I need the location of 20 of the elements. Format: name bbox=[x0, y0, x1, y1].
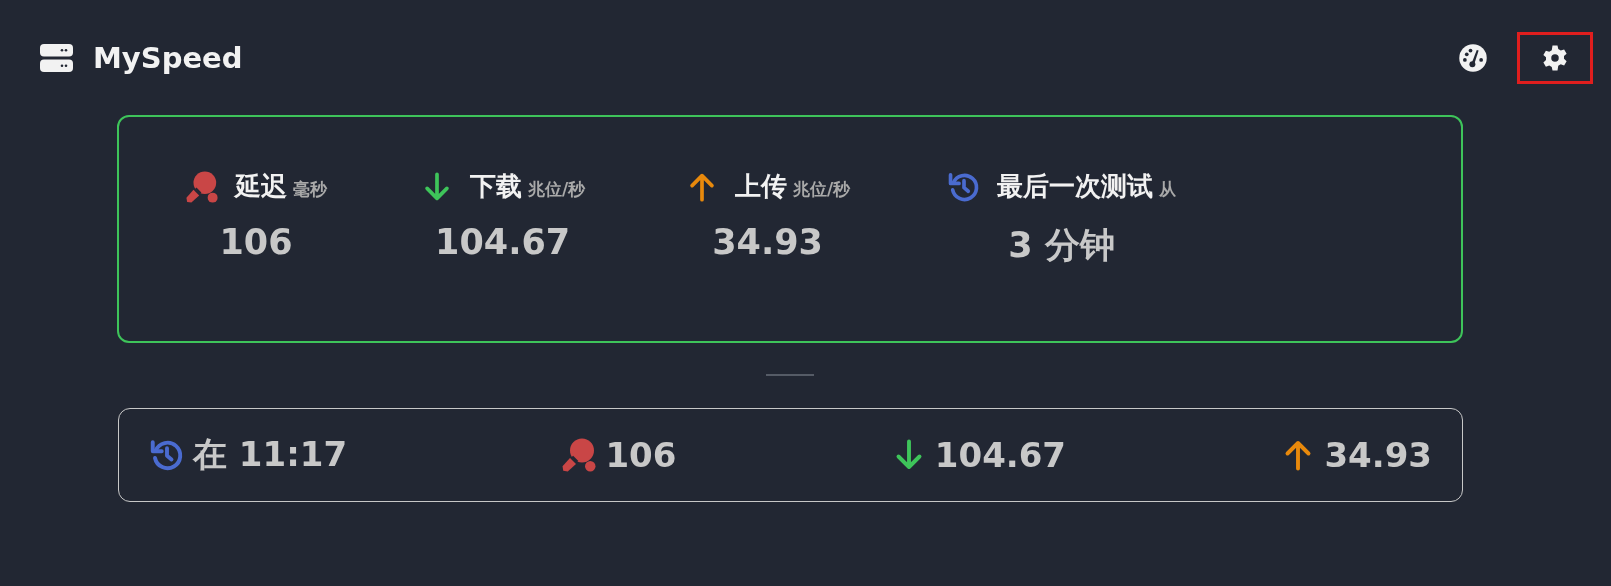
stat-label: 下载 兆位/秒 bbox=[470, 170, 586, 203]
settings-icon bbox=[1540, 43, 1570, 73]
stat-label: 最后一次测试 从 bbox=[997, 170, 1176, 203]
server-icon bbox=[40, 44, 73, 72]
stat-label: 上传 兆位/秒 bbox=[735, 170, 851, 203]
settings-button[interactable] bbox=[1517, 32, 1593, 84]
stat-value: 3 分钟 bbox=[1008, 224, 1115, 267]
speedometer-icon bbox=[1458, 43, 1488, 73]
result-text: 104.67 bbox=[934, 435, 1067, 475]
app-title: MySpeed bbox=[93, 41, 243, 75]
result-text: 在 11:17 bbox=[193, 433, 348, 476]
result-text: 34.93 bbox=[1324, 435, 1432, 475]
stat-value: 104.67 bbox=[435, 222, 571, 262]
result-text: 106 bbox=[605, 435, 677, 475]
history-icon bbox=[149, 437, 185, 473]
stat-label: 延迟 毫秒 bbox=[235, 170, 327, 203]
ping-pong-icon bbox=[185, 169, 219, 204]
stat-value: 106 bbox=[219, 222, 293, 262]
stat-value: 34.93 bbox=[712, 222, 823, 262]
ping-pong-icon bbox=[561, 437, 598, 473]
